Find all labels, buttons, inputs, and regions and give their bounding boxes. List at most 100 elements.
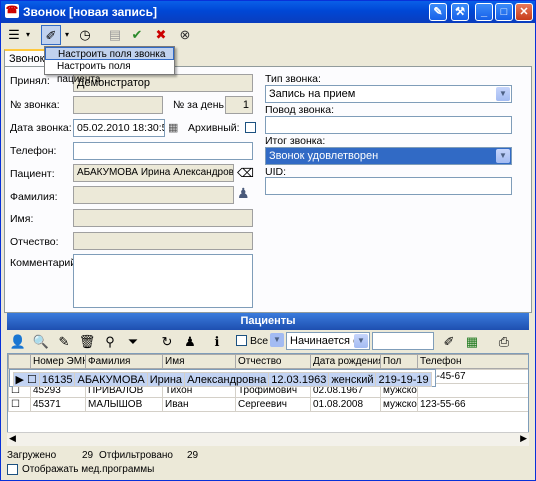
toolbar: ☰ ▾ ✐ ▾ ◷ ▤ ✔ ✖ ⊗	[1, 23, 535, 47]
person-select-icon[interactable]: ♟	[180, 332, 200, 352]
reason-field[interactable]	[265, 116, 512, 134]
date-field[interactable]: 05.02.2010 18:30:54	[73, 119, 165, 137]
window: ☎ Звонок [новая запись] ✎ ⚒ _ □ ✕ ☰ ▾ ✐ …	[0, 0, 536, 481]
per-day-field: 1	[225, 96, 253, 114]
tab-call[interactable]: Звонок	[4, 49, 48, 67]
surname-field	[73, 186, 234, 204]
refresh-icon[interactable]: ↻	[157, 332, 177, 352]
document-icon[interactable]: ▤	[105, 25, 125, 45]
show-programs-checkbox[interactable]	[7, 464, 18, 475]
column-header[interactable]: Пол	[380, 354, 418, 369]
patient-field: АБАКУМОВА Ирина Александровна	[73, 164, 234, 182]
column-header[interactable]: Телефон	[417, 354, 528, 369]
chevron-down-icon[interactable]: ▼	[496, 87, 510, 101]
column-header[interactable]: Номер ЭМК	[30, 354, 86, 369]
eraser-icon[interactable]: ✎	[54, 332, 74, 352]
patients-header: Пациенты	[7, 313, 529, 330]
chevron-down-icon[interactable]: ▼	[496, 149, 510, 163]
scroll-left-icon[interactable]: ◀	[9, 433, 16, 444]
name-field	[73, 209, 253, 227]
cancel-icon[interactable]: ✖	[151, 25, 171, 45]
phone-label: Телефон:	[10, 145, 57, 157]
column-header[interactable]: Имя	[162, 354, 236, 369]
table-cell: АБАКУМОВА	[74, 372, 148, 387]
table-row[interactable]: ▶ ☐ 16135 АБАКУМОВА Ирина Александровна 12.03…	[8, 369, 436, 387]
menu-item-call-fields[interactable]: Настроить поля звонка	[45, 47, 174, 60]
filtered-label: Отфильтровано	[99, 450, 173, 461]
patient-select-icon[interactable]: ♟	[237, 185, 250, 202]
chevron-down-icon[interactable]: ▼	[354, 334, 368, 348]
table-cell: 45371	[30, 397, 86, 412]
horizontal-scrollbar[interactable]: ◀ ▶	[7, 432, 529, 446]
title-bar: ☎ Звонок [новая запись] ✎ ⚒ _ □ ✕	[1, 1, 535, 23]
edit-fields-icon[interactable]: ✐	[41, 25, 61, 45]
filter-icon[interactable]: ⏷	[123, 332, 143, 352]
binoculars-icon[interactable]: ⚲	[100, 332, 120, 352]
menu-item-patient-fields[interactable]: Настроить поля пациента	[45, 60, 174, 85]
result-select[interactable]: Звонок удовлетворен ▼	[265, 147, 512, 165]
trash-icon[interactable]: 🗑	[77, 332, 97, 352]
archive-checkbox[interactable]	[245, 122, 256, 133]
patronymic-label: Отчество:	[10, 236, 59, 248]
column-header[interactable]: Отчество	[235, 354, 311, 369]
scroll-right-icon[interactable]: ▶	[520, 433, 527, 444]
filter-value-field[interactable]	[372, 332, 434, 350]
call-type-select[interactable]: Запись на прием ▼	[265, 85, 512, 103]
all-label: Все	[250, 335, 269, 347]
phone-field[interactable]	[73, 142, 253, 160]
tool-icon[interactable]: ✎	[429, 3, 447, 21]
delete-icon[interactable]: ⊗	[175, 25, 195, 45]
wrench-icon[interactable]: ⚒	[451, 3, 469, 21]
filter-mode-value: Начинается с	[290, 335, 359, 347]
archive-label: Архивный:	[188, 122, 240, 134]
row-indicator[interactable]: ▶ ☐	[12, 372, 40, 387]
filter-mode-select[interactable]: Начинается с ▼	[286, 332, 370, 350]
table-cell: Сергеевич	[235, 397, 311, 412]
filtered-value: 29	[187, 450, 199, 461]
save-check-icon[interactable]: ✔	[127, 25, 147, 45]
calendar-icon[interactable]: ▦	[168, 121, 178, 134]
column-header[interactable]	[8, 354, 31, 369]
date-label: Дата звонка:	[10, 122, 72, 134]
row-indicator[interactable]: ☐	[8, 397, 31, 412]
chevron-down-icon[interactable]: ▼	[270, 333, 284, 347]
chevron-down-icon[interactable]: ▾	[62, 25, 72, 45]
clock-icon[interactable]: ◷	[75, 25, 95, 45]
edit-icon[interactable]: ✐	[439, 332, 459, 352]
table-cell: 01.08.2008	[310, 397, 381, 412]
chevron-down-icon[interactable]: ▾	[23, 25, 33, 45]
all-checkbox[interactable]	[236, 335, 247, 346]
fields-menu: Настроить поля звонка Настроить поля пац…	[44, 46, 175, 85]
call-type-label: Тип звонка:	[265, 73, 321, 85]
uid-field[interactable]	[265, 177, 512, 195]
table-cell: 16135	[38, 372, 76, 387]
settings-dropdown-icon[interactable]: ☰	[4, 25, 24, 45]
table-cell: 123-55-66	[417, 397, 528, 412]
print-icon[interactable]: ⎙	[494, 332, 514, 352]
person-info-icon[interactable]: ℹ	[207, 332, 227, 352]
patients-toolbar: 👤 🔍 ✎ 🗑 ⚲ ⏷ ↻ ♟ ℹ Все ▼ Начинается с ▼ ✐ …	[7, 330, 529, 352]
comment-field[interactable]	[73, 254, 253, 308]
person-icon[interactable]: 👤	[8, 332, 28, 352]
excel-icon[interactable]: ▦	[462, 332, 482, 352]
minimize-button[interactable]: _	[475, 3, 493, 21]
close-button[interactable]: ✕	[515, 3, 533, 21]
table-row[interactable]: ☐ 45371 МАЛЫШОВ Иван Сергеевич 01.08.2008 мужс…	[8, 397, 528, 412]
patronymic-field	[73, 232, 253, 250]
table-cell: 12.03.1963	[268, 372, 330, 387]
search-icon[interactable]: 🔍	[31, 332, 51, 352]
table-cell: Ирина	[146, 372, 186, 387]
accepted-label: Принял:	[10, 75, 50, 87]
column-header[interactable]: Фамилия	[85, 354, 163, 369]
eraser-icon[interactable]: ⌫	[237, 166, 254, 180]
table-cell: женский	[328, 372, 377, 387]
table-cell: 219-19-19	[375, 372, 432, 387]
table-cell: Александровна	[184, 372, 270, 387]
maximize-button[interactable]: □	[495, 3, 513, 21]
column-header[interactable]: Дата рождения	[310, 354, 381, 369]
loaded-value: 29	[82, 450, 94, 461]
patient-label: Пациент:	[10, 168, 55, 180]
surname-label: Фамилия:	[10, 191, 58, 203]
per-day-label: № за день:	[173, 99, 227, 111]
result-label: Итог звонка:	[265, 135, 326, 147]
